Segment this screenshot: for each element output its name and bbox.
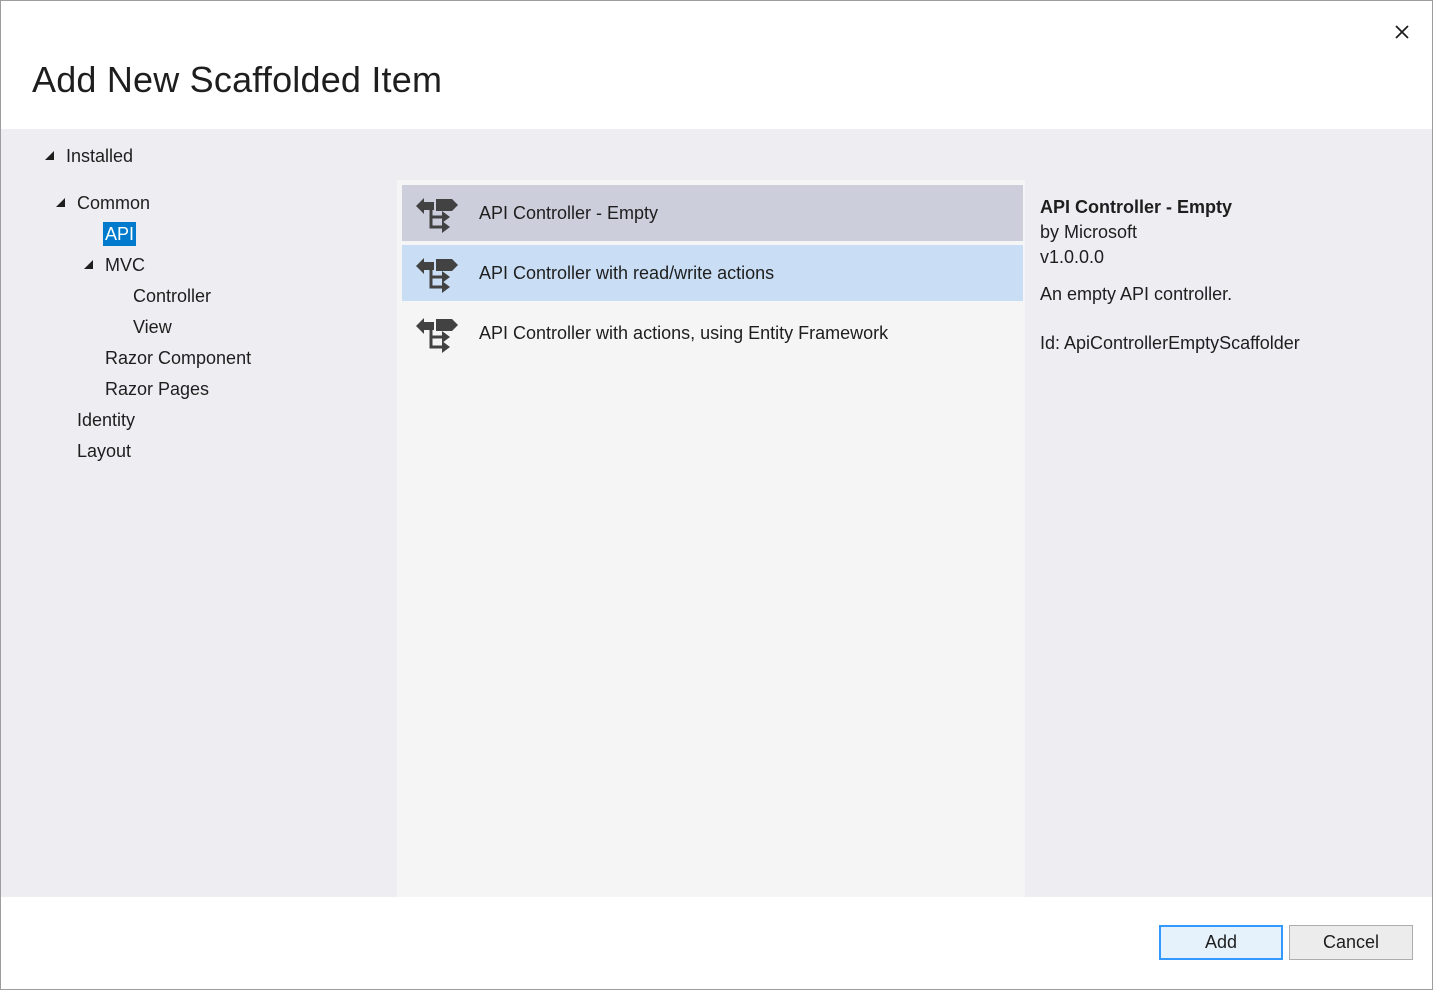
expanded-arrow-icon[interactable] [45, 151, 55, 161]
add-scaffold-dialog: Add New Scaffolded Item Installed Common… [0, 0, 1433, 990]
controller-icon [416, 318, 458, 353]
list-item-label: API Controller - Empty [479, 202, 659, 223]
tree-node-razor-pages[interactable]: Razor Pages [105, 377, 209, 401]
list-item-api-controller-empty[interactable]: API Controller - Empty [402, 185, 1023, 241]
tree-label-razor-component: Razor Component [105, 348, 252, 368]
dialog-body: Installed Common API MVC Controller View… [1, 129, 1432, 897]
list-item-api-controller-read-write[interactable]: API Controller with read/write actions [402, 245, 1023, 301]
close-icon [1395, 25, 1409, 39]
add-button[interactable]: Add [1159, 925, 1283, 960]
tree-node-razor-component[interactable]: Razor Component [105, 346, 251, 370]
tree-node-common[interactable]: Common [56, 191, 151, 215]
details-panel: API Controller - Empty by Microsoft v1.0… [1040, 195, 1420, 356]
dialog-title: Add New Scaffolded Item [32, 59, 443, 100]
tree-label-view: View [133, 317, 172, 337]
category-tree: Installed Common API MVC Controller View… [1, 129, 397, 897]
tree-label-layout: Layout [77, 441, 132, 461]
dialog-footer: Add Cancel [1, 897, 1432, 989]
tree-label-mvc: MVC [105, 255, 145, 275]
tree-node-controller[interactable]: Controller [133, 284, 211, 308]
dialog-header: Add New Scaffolded Item [1, 1, 1432, 129]
tree-label-installed: Installed [66, 146, 134, 166]
list-item-label: API Controller with read/write actions [479, 262, 775, 283]
expanded-arrow-icon[interactable] [56, 198, 66, 208]
expanded-arrow-icon[interactable] [84, 260, 94, 270]
tree-node-installed[interactable]: Installed [45, 144, 134, 168]
tree-node-mvc[interactable]: MVC [84, 253, 145, 277]
tree-label-identity: Identity [77, 410, 136, 430]
tree-node-api[interactable]: API [103, 222, 137, 246]
details-description: An empty API controller. [1040, 284, 1233, 304]
tree-node-view[interactable]: View [133, 315, 172, 339]
tree-label-razor-pages: Razor Pages [105, 379, 210, 399]
tree-label-common: Common [77, 193, 151, 213]
list-item-api-controller-entity-framework[interactable]: API Controller with actions, using Entit… [402, 305, 1023, 361]
cancel-button[interactable]: Cancel [1289, 925, 1413, 960]
controller-icon [416, 198, 458, 233]
details-title: API Controller - Empty [1040, 197, 1233, 217]
controller-icon [416, 258, 458, 293]
close-button[interactable] [1389, 19, 1415, 45]
details-author: by Microsoft [1040, 222, 1138, 242]
tree-label-api: API [103, 222, 137, 246]
tree-node-identity[interactable]: Identity [77, 408, 135, 432]
details-id: Id: ApiControllerEmptyScaffolder [1040, 333, 1300, 353]
template-list: API Controller - Empty API Controller wi… [397, 180, 1025, 897]
tree-node-layout[interactable]: Layout [77, 439, 131, 463]
tree-label-controller: Controller [133, 286, 212, 306]
list-item-label: API Controller with actions, using Entit… [479, 322, 889, 343]
details-version: v1.0.0.0 [1040, 247, 1105, 267]
